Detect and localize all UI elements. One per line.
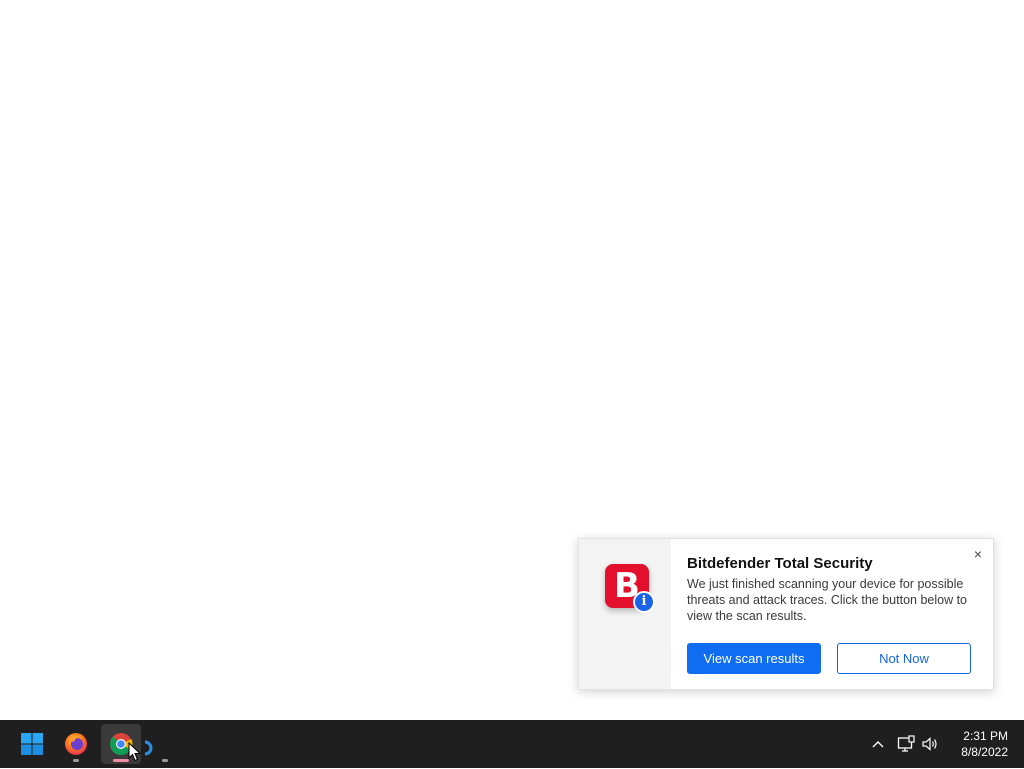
active-indicator [113, 759, 129, 762]
running-indicator [162, 759, 168, 762]
info-badge-icon: i [633, 591, 655, 613]
notification-icon-area: B i [579, 539, 671, 689]
windows-logo-icon [21, 733, 43, 755]
app-button[interactable] [137, 724, 185, 764]
circle-app-icon [137, 740, 153, 756]
notification-title: Bitdefender Total Security [687, 555, 873, 572]
badge-letter: i [641, 594, 647, 609]
notification-actions: View scan results Not Now [687, 643, 971, 674]
start-button[interactable] [12, 724, 52, 764]
firefox-button[interactable] [56, 724, 96, 764]
taskbar: 2:31 PM 8/8/2022 [0, 720, 1024, 768]
notification-body: Bitdefender Total Security We just finis… [671, 539, 993, 689]
close-icon[interactable]: × [969, 545, 987, 563]
network-icon[interactable] [896, 734, 916, 754]
firefox-icon [65, 733, 87, 755]
mouse-cursor-icon [128, 742, 142, 762]
notification-message: We just finished scanning your device fo… [687, 577, 968, 623]
system-clock[interactable]: 2:31 PM 8/8/2022 [950, 728, 1008, 760]
chevron-up-icon[interactable] [868, 734, 888, 754]
clock-date: 8/8/2022 [961, 745, 1008, 759]
not-now-button[interactable]: Not Now [837, 643, 971, 674]
volume-icon[interactable] [920, 734, 940, 754]
notification-toast[interactable]: B i Bitdefender Total Security We just f… [578, 538, 994, 690]
running-indicator [73, 759, 79, 762]
clock-time: 2:31 PM [963, 729, 1008, 743]
view-scan-results-button[interactable]: View scan results [687, 643, 821, 674]
